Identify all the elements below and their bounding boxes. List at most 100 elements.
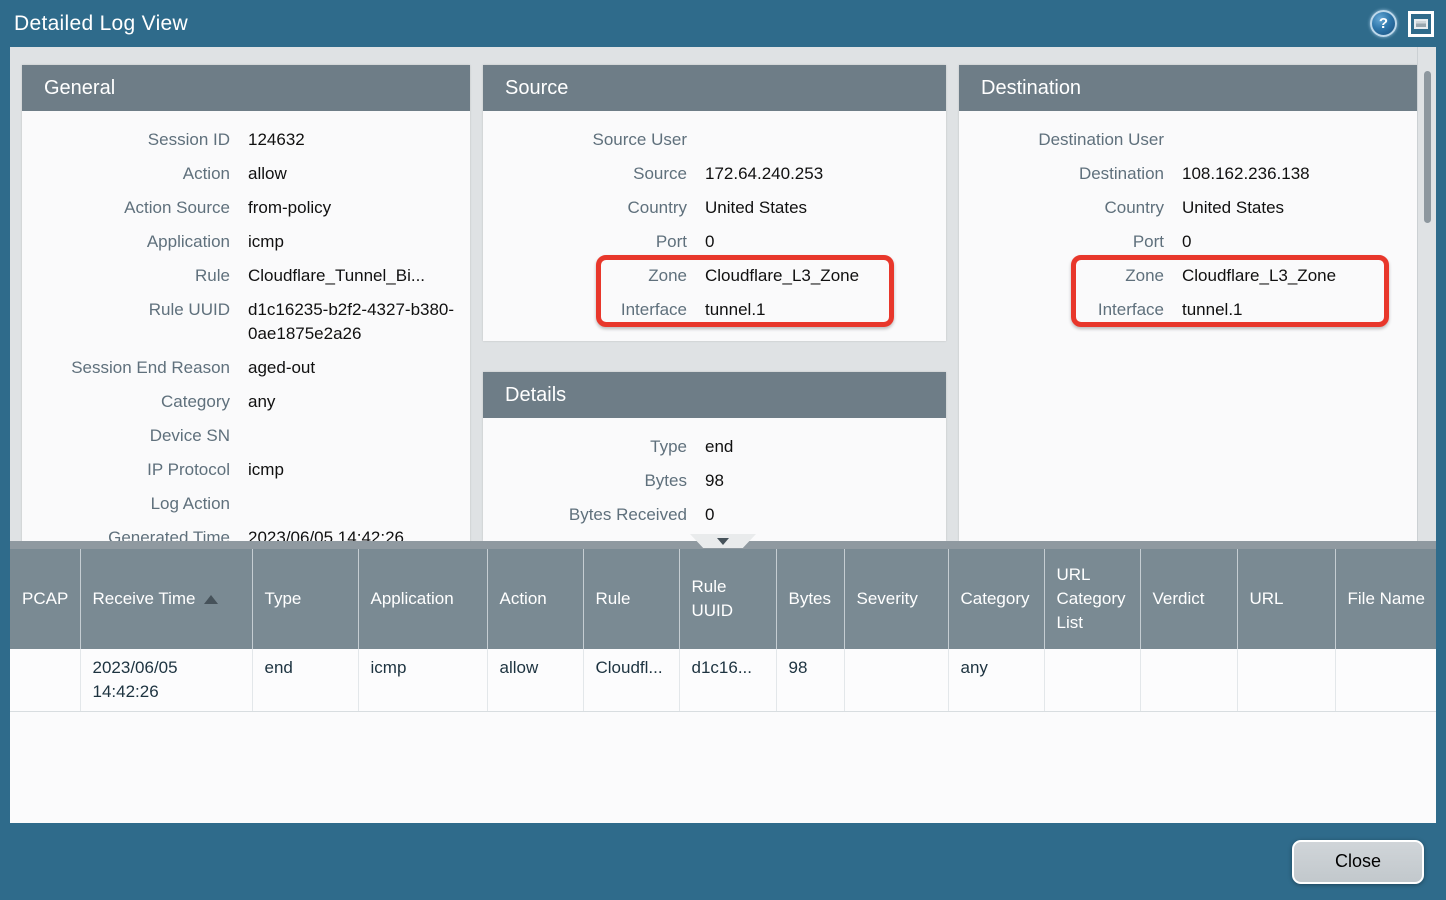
column-header-rule[interactable]: Rule xyxy=(583,549,679,649)
log-table: PCAP Receive Time Type ApplicationAction Rul… xyxy=(10,549,1436,712)
field-label: Rule UUID xyxy=(22,298,230,346)
column-header-url[interactable]: URL xyxy=(1237,549,1335,649)
field-label: Port xyxy=(483,230,687,254)
field-row-source: Source172.64.240.253 xyxy=(483,157,946,191)
column-header-pcap[interactable]: PCAP xyxy=(10,549,80,649)
field-row-action: Actionallow xyxy=(22,157,470,191)
field-value: 124632 xyxy=(248,128,470,152)
field-row-zone: ZoneCloudflare_L3_Zone xyxy=(959,259,1418,293)
field-row-session-end-reason: Session End Reasonaged-out xyxy=(22,351,470,385)
column-header-severity[interactable]: Severity xyxy=(844,549,948,649)
source-panel: Source Source User Source172.64.240.253 Co… xyxy=(483,65,946,341)
column-header-label: Bytes xyxy=(789,589,832,608)
field-value: tunnel.1 xyxy=(705,298,946,322)
column-header-application[interactable]: Application xyxy=(358,549,487,649)
column-header-rule-uuid[interactable]: Rule UUID xyxy=(679,549,776,649)
field-value: allow xyxy=(248,162,470,186)
log-table-area: PCAP Receive Time Type ApplicationAction Rul… xyxy=(10,549,1436,823)
vertical-scrollbar-thumb[interactable] xyxy=(1424,71,1431,223)
field-value: from-policy xyxy=(248,196,470,220)
field-label: Type xyxy=(483,435,687,459)
field-row-port: Port0 xyxy=(483,225,946,259)
column-header-verdict[interactable]: Verdict xyxy=(1140,549,1237,649)
field-value: Cloudflare_L3_Zone xyxy=(1182,264,1418,288)
help-icon[interactable]: ? xyxy=(1370,10,1397,37)
table-cell-application: icmp xyxy=(358,649,487,712)
column-header-label: Type xyxy=(265,589,302,608)
dialog-footer: Close xyxy=(0,823,1446,900)
details-panel: Details Typeend Bytes98Bytes Received0 xyxy=(483,372,946,541)
field-label: Rule xyxy=(22,264,230,288)
title-bar: Detailed Log View ? xyxy=(0,0,1446,47)
field-label: Port xyxy=(959,230,1164,254)
restore-window-icon[interactable] xyxy=(1408,11,1434,37)
details-fields: Typeend Bytes98Bytes Received0 xyxy=(483,418,946,532)
destination-fields: Destination UserDestination108.162.236.1… xyxy=(959,111,1418,327)
general-panel-header: General xyxy=(22,65,470,111)
column-header-category[interactable]: Category xyxy=(948,549,1044,649)
field-value: 2023/06/05 14:42:26 xyxy=(248,526,470,541)
general-panel: General Session ID124632ActionallowActio… xyxy=(22,65,470,541)
general-fields: Session ID124632ActionallowAction Source… xyxy=(22,111,470,541)
field-row-rule-uuid: Rule UUID d1c16235-b2f2-4327-b380-0ae1875… xyxy=(22,293,470,351)
field-value: Cloudflare_L3_Zone xyxy=(705,264,946,288)
help-glyph: ? xyxy=(1379,15,1388,32)
field-row-device-sn: Device SN xyxy=(22,419,470,453)
panel-splitter[interactable] xyxy=(10,541,1436,549)
column-header-action[interactable]: Action xyxy=(487,549,583,649)
column-header-label: PCAP xyxy=(22,589,68,608)
table-row[interactable]: 2023/06/05 14:42:26endicmpallowCloudfl..… xyxy=(10,649,1436,712)
column-header-url-category-list[interactable]: URL Category List xyxy=(1044,549,1140,649)
column-header-file-name[interactable]: File Name xyxy=(1335,549,1436,649)
table-cell-bytes: 98 xyxy=(776,649,844,712)
field-row-interface: Interfacetunnel.1 xyxy=(483,293,946,327)
field-value: Cloudflare_Tunnel_Bi... xyxy=(248,264,470,288)
column-header-receive-time[interactable]: Receive Time xyxy=(80,549,252,649)
dialog-body: General Session ID124632ActionallowActio… xyxy=(0,47,1446,823)
log-detail-panels: General Session ID124632ActionallowActio… xyxy=(10,47,1436,541)
field-row-session-id: Session ID 124632 xyxy=(22,123,470,157)
field-label: Country xyxy=(483,196,687,220)
vertical-scrollbar-track[interactable] xyxy=(1417,47,1436,541)
field-row-generated-time: Generated Time2023/06/05 14:42:26 xyxy=(22,521,470,541)
field-value: end xyxy=(705,435,946,459)
field-row-destination-user: Destination User xyxy=(959,123,1418,157)
field-row-ip-protocol: IP Protocolicmp xyxy=(22,453,470,487)
field-label: Source xyxy=(483,162,687,186)
field-value: aged-out xyxy=(248,356,470,380)
field-row-log-action: Log Action xyxy=(22,487,470,521)
column-header-label: URL xyxy=(1250,589,1284,608)
table-cell-file-name xyxy=(1335,649,1436,712)
collapse-handle[interactable] xyxy=(690,534,756,548)
column-header-label: Receive Time xyxy=(93,589,196,608)
field-value: 0 xyxy=(1182,230,1418,254)
field-label: Interface xyxy=(959,298,1164,322)
destination-panel: Destination Destination UserDestination1… xyxy=(959,65,1418,541)
field-label: Application xyxy=(22,230,230,254)
column-header-type[interactable]: Type xyxy=(252,549,358,649)
table-cell-url xyxy=(1237,649,1335,712)
field-label: Country xyxy=(959,196,1164,220)
field-label: Session ID xyxy=(22,128,230,152)
column-header-label: Rule xyxy=(596,589,631,608)
field-value: icmp xyxy=(248,230,470,254)
table-cell-verdict xyxy=(1140,649,1237,712)
field-value xyxy=(248,424,470,448)
column-header-label: Severity xyxy=(857,589,918,608)
field-row-bytes: Bytes98 xyxy=(483,464,946,498)
table-cell-rule-uuid: d1c16... xyxy=(679,649,776,712)
column-header-label: Category xyxy=(961,589,1030,608)
field-value: d1c16235-b2f2-4327-b380-0ae1875e2a26 xyxy=(248,298,470,346)
detailed-log-view-dialog: Detailed Log View ? General Session ID 12… xyxy=(0,0,1446,900)
field-label: Source User xyxy=(483,128,687,152)
details-panel-header: Details xyxy=(483,372,946,418)
field-row-bytes-received: Bytes Received0 xyxy=(483,498,946,532)
column-header-bytes[interactable]: Bytes xyxy=(776,549,844,649)
field-value: tunnel.1 xyxy=(1182,298,1418,322)
close-button[interactable]: Close xyxy=(1292,840,1424,884)
column-header-label: Verdict xyxy=(1153,589,1205,608)
table-cell-rule: Cloudfl... xyxy=(583,649,679,712)
source-panel-header: Source xyxy=(483,65,946,111)
table-cell-receive-time: 2023/06/05 14:42:26 xyxy=(80,649,252,712)
table-cell-severity xyxy=(844,649,948,712)
